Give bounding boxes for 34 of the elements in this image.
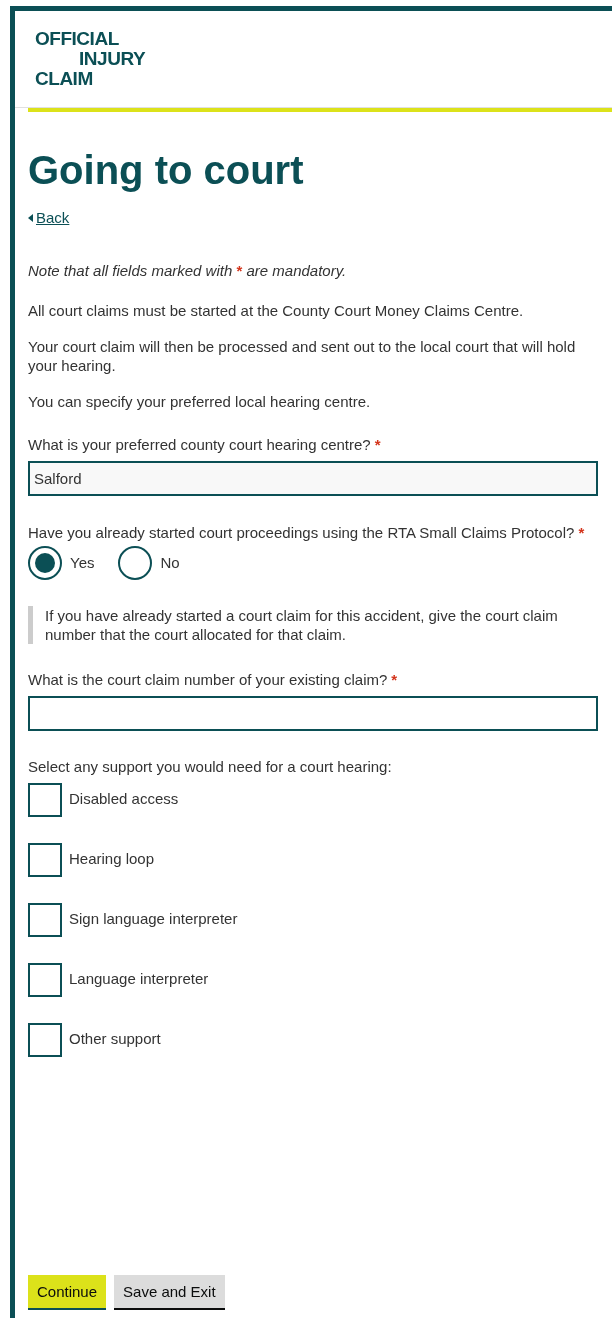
checkbox[interactable]: [28, 1023, 62, 1057]
checkbox-label: Disabled access: [69, 788, 179, 808]
continue-button[interactable]: Continue: [28, 1275, 107, 1310]
checkbox-label: Sign language interpreter: [69, 908, 238, 928]
intro-text: Your court claim will then be processed and sent out to the local court that will hold your hearing.: [28, 337, 577, 375]
checkbox[interactable]: [28, 963, 62, 997]
intro-text: All court claims must be started at the County Court Money Claims Centre.: [28, 301, 525, 320]
checkbox-label: Hearing loop: [69, 848, 155, 868]
mandatory-note: Note that all fields marked with * are mandatory.: [28, 261, 348, 280]
field-label: What is the court claim number of your existing claim? *: [28, 670, 399, 689]
radio-button[interactable]: [28, 546, 62, 580]
checkbox-label: Language interpreter: [69, 968, 209, 988]
caret-icon: [28, 213, 33, 222]
checkbox[interactable]: [28, 783, 62, 817]
logo: OFFICIAL INJURY CLAIM: [35, 29, 146, 89]
radio-button[interactable]: [118, 546, 153, 580]
radio-label: Yes: [70, 552, 95, 572]
intro-text: You can specify your preferred local hearing centre.: [28, 392, 372, 411]
back-link[interactable]: Back: [28, 208, 70, 227]
support-label: Select any support you would need for a court hearing:: [28, 757, 393, 776]
hearing-centre-field[interactable]: Salford: [28, 461, 598, 496]
page-title: Going to court: [28, 147, 305, 194]
claim-number-field[interactable]: [28, 696, 598, 731]
checkbox-label: Other support: [69, 1028, 161, 1048]
save-exit-button[interactable]: Save and Exit: [114, 1275, 225, 1310]
required-mark: *: [374, 436, 381, 453]
checkbox[interactable]: [28, 843, 62, 877]
checkbox[interactable]: [28, 903, 62, 937]
required-mark: *: [578, 524, 585, 541]
hint-text: If you have already started a court claim for this accident, give the court claim number that the court allocated for that claim.: [45, 606, 559, 644]
question-label: Have you already started court proceedings using the RTA Small Claims Protocol? *: [28, 523, 586, 542]
field-label: What is your preferred county court hearing centre? *: [28, 435, 382, 454]
radio-label: No: [160, 552, 180, 572]
required-mark: *: [391, 671, 398, 688]
